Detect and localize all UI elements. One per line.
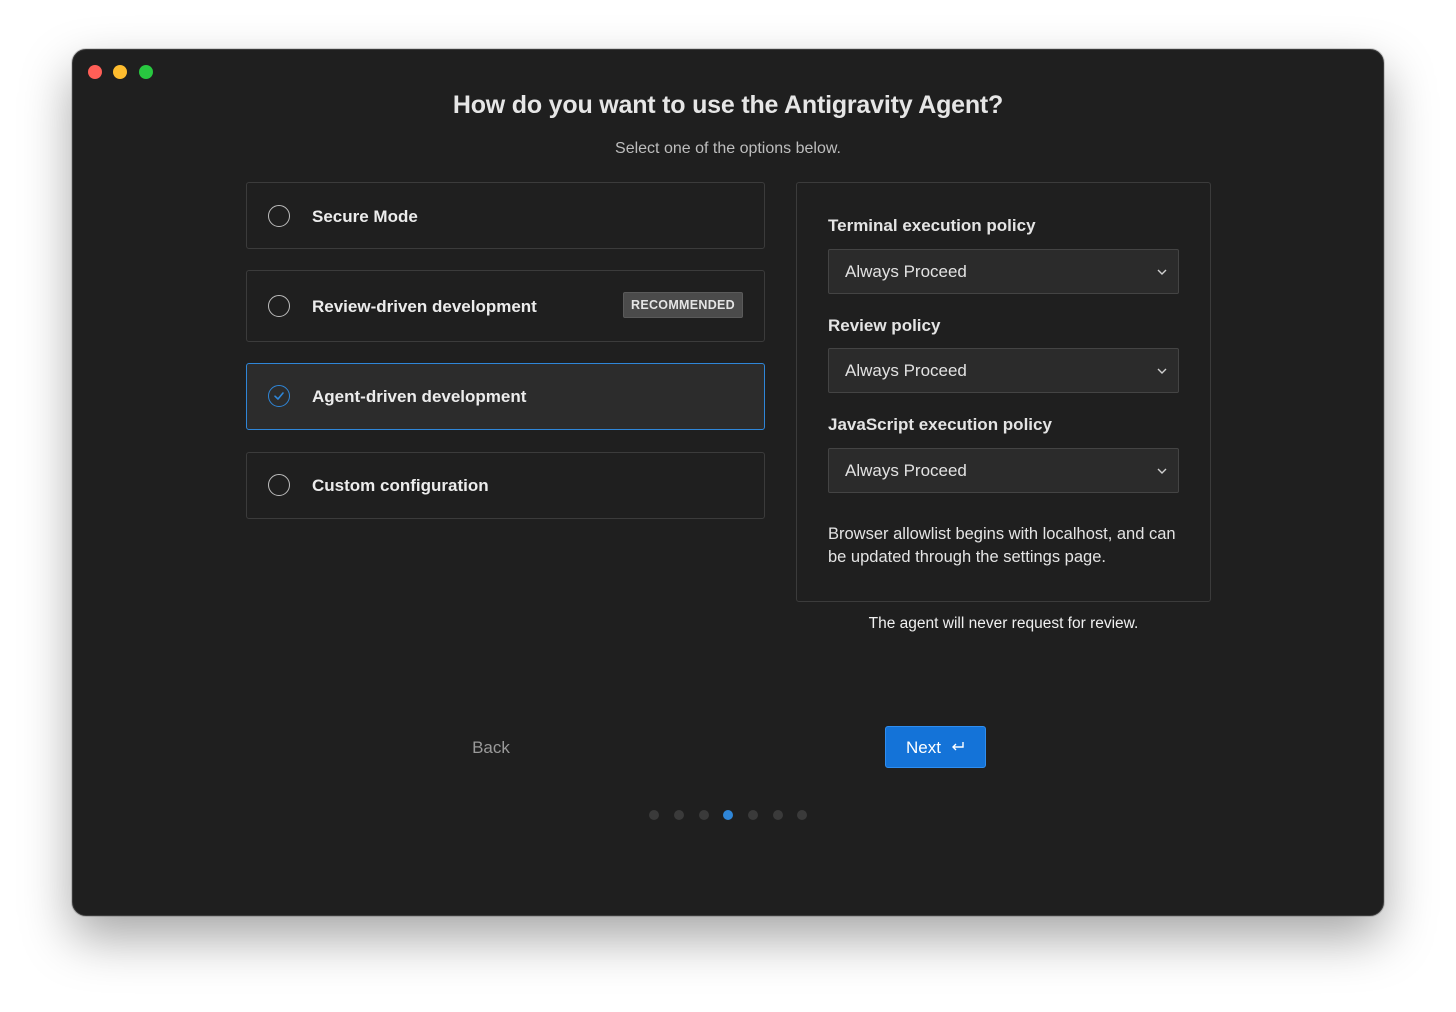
- terminal-policy-select[interactable]: Always Proceed: [828, 249, 1179, 294]
- radio-checked-icon[interactable]: [268, 385, 290, 407]
- step-dot: [773, 810, 783, 820]
- browser-allowlist-note: Browser allowlist begins with localhost,…: [828, 525, 1176, 566]
- radio-unchecked-icon[interactable]: [268, 474, 290, 496]
- enter-key-icon: [952, 742, 964, 751]
- option-label: Secure Mode: [312, 207, 418, 226]
- javascript-policy-label: JavaScript execution policy: [828, 415, 1052, 434]
- next-button-label: Next: [906, 738, 941, 757]
- checkmark-icon: [274, 392, 284, 400]
- option-agent-driven[interactable]: Agent-driven development: [246, 363, 765, 430]
- back-button[interactable]: Back: [451, 738, 531, 758]
- close-window-button[interactable]: [88, 65, 102, 79]
- option-secure-mode[interactable]: Secure Mode: [246, 182, 765, 249]
- policy-panel: Terminal execution policy Always Proceed…: [796, 182, 1211, 602]
- radio-unchecked-icon[interactable]: [268, 295, 290, 317]
- step-dot: [797, 810, 807, 820]
- chevron-down-icon: [1157, 468, 1167, 474]
- page-title: How do you want to use the Antigravity A…: [452, 91, 1004, 119]
- chevron-down-icon: [1157, 368, 1167, 374]
- option-custom-configuration[interactable]: Custom configuration: [246, 452, 765, 519]
- radio-unchecked-icon[interactable]: [268, 205, 290, 227]
- review-policy-label: Review policy: [828, 316, 941, 335]
- next-button[interactable]: Next: [885, 726, 986, 768]
- select-value: Always Proceed: [845, 361, 967, 380]
- option-label: Review-driven development: [312, 297, 537, 316]
- step-dot: [649, 810, 659, 820]
- step-dot: [699, 810, 709, 820]
- step-dot-current: [723, 810, 733, 820]
- terminal-policy-label: Terminal execution policy: [828, 216, 1036, 235]
- option-label: Agent-driven development: [312, 387, 527, 406]
- step-dot: [674, 810, 684, 820]
- recommended-badge: RECOMMENDED: [623, 292, 743, 318]
- policy-footnote: The agent will never request for review.: [868, 615, 1139, 632]
- setup-window: How do you want to use the Antigravity A…: [72, 49, 1384, 916]
- review-policy-select[interactable]: Always Proceed: [828, 348, 1179, 393]
- page-subtitle: Select one of the options below.: [615, 140, 841, 157]
- javascript-policy-select[interactable]: Always Proceed: [828, 448, 1179, 493]
- select-value: Always Proceed: [845, 461, 967, 480]
- option-review-driven[interactable]: Review-driven development RECOMMENDED: [246, 270, 765, 342]
- select-value: Always Proceed: [845, 262, 967, 281]
- minimize-window-button[interactable]: [113, 65, 127, 79]
- step-dot: [748, 810, 758, 820]
- chevron-down-icon: [1157, 269, 1167, 275]
- option-label: Custom configuration: [312, 476, 489, 495]
- zoom-window-button[interactable]: [139, 65, 153, 79]
